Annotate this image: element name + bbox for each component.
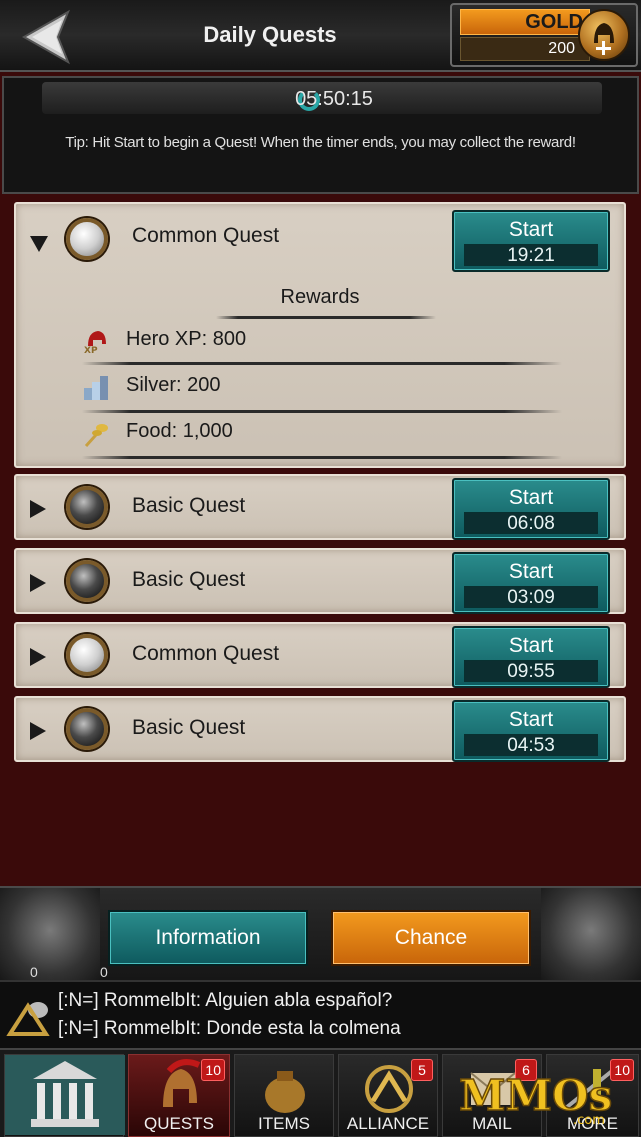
quest-list: Common Quest Start 19:21 Rewards XP Hero…: [0, 196, 641, 886]
svg-text:XP: XP: [84, 346, 98, 354]
start-label: Start: [508, 486, 554, 509]
divider: [82, 362, 562, 365]
message-count: 0: [100, 964, 108, 980]
reward-food: Food: 1,000: [126, 420, 233, 442]
quest-card[interactable]: Basic Quest Start 06:08: [14, 474, 626, 540]
reset-timer: 05:50:15: [295, 88, 373, 110]
expand-arrow-icon[interactable]: [30, 648, 46, 666]
chat-bubble-icon: [6, 1002, 50, 1036]
rewards-title: Rewards: [280, 286, 360, 308]
quest-card[interactable]: Basic Quest Start 04:53: [14, 696, 626, 762]
quest-duration: 06:08: [464, 512, 598, 534]
quest-name: Basic Quest: [132, 494, 246, 517]
chat-bar[interactable]: [:N=] RommelbIt: Alguien abla español? […: [0, 980, 641, 1048]
reward-silver: Silver: 200: [126, 374, 221, 396]
basic-quest-orb-icon: [66, 486, 108, 528]
gold-label: GOLD: [460, 9, 590, 35]
nav-quests-label: QUESTS: [144, 1114, 214, 1133]
nav-alliance-label: ALLIANCE: [346, 1114, 430, 1133]
nav-items-label: ITEMS: [258, 1114, 310, 1133]
food-wheat-icon: [84, 424, 108, 448]
quest-name: Basic Quest: [132, 716, 246, 739]
start-button[interactable]: Start 06:08: [452, 478, 610, 540]
tip-text: Tip: Hit Start to begin a Quest! When th…: [65, 134, 576, 151]
common-quest-orb-icon: [66, 218, 108, 260]
nav-quests[interactable]: 10 QUESTS: [128, 1054, 230, 1137]
start-button[interactable]: Start 03:09: [452, 552, 610, 614]
nav-home[interactable]: [4, 1054, 125, 1137]
start-button[interactable]: Start 09:55: [452, 626, 610, 688]
back-button[interactable]: [18, 8, 78, 66]
start-label: Start: [508, 560, 554, 583]
start-label: Start: [508, 634, 554, 657]
quest-duration: 03:09: [464, 586, 598, 608]
expand-arrow-icon[interactable]: [30, 574, 46, 592]
nav-items[interactable]: ITEMS: [234, 1054, 334, 1137]
start-button[interactable]: Start 04:53: [452, 700, 610, 762]
lion-statue-icon: [0, 888, 100, 982]
top-header: Daily Quests GOLD 200: [0, 0, 641, 72]
chance-button[interactable]: Chance: [331, 910, 531, 966]
start-button[interactable]: Start 19:21: [452, 210, 610, 272]
divider: [82, 456, 562, 459]
silver-coins-icon: [84, 376, 108, 400]
quest-card[interactable]: Common Quest Start 09:55: [14, 622, 626, 688]
basic-quest-orb-icon: [66, 560, 108, 602]
alliance-badge: 5: [411, 1059, 433, 1081]
gold-balance[interactable]: GOLD 200: [450, 3, 638, 67]
gold-coin-icon: [578, 9, 630, 61]
bag-icon: [265, 1071, 305, 1113]
basic-quest-orb-icon: [66, 708, 108, 750]
mmos-watermark-logo: MMOs .com: [458, 1070, 613, 1128]
quest-card[interactable]: Basic Quest Start 03:09: [14, 548, 626, 614]
bottom-nav: 10 QUESTS ITEMS 5 ALLIANCE 6 MAIL 10 MOR…: [0, 1048, 641, 1137]
expand-arrow-icon[interactable]: [30, 500, 46, 518]
lion-statue-icon: [541, 888, 641, 982]
common-quest-orb-icon: [66, 634, 108, 676]
chat-message: [:N=] RommelbIt: Donde esta la colmena: [58, 1018, 401, 1039]
collapse-arrow-icon[interactable]: [30, 236, 48, 252]
divider: [82, 410, 562, 413]
quest-duration: 09:55: [464, 660, 598, 682]
action-bar: Information Chance 0 0: [0, 886, 641, 982]
quest-duration: 19:21: [464, 244, 598, 266]
information-button[interactable]: Information: [108, 910, 308, 966]
gold-value: 200: [460, 37, 590, 61]
quests-badge: 10: [201, 1059, 225, 1081]
start-label: Start: [508, 218, 554, 241]
back-arrow-icon: [21, 9, 70, 65]
reward-hero-xp: Hero XP: 800: [126, 328, 247, 350]
nav-alliance[interactable]: 5 ALLIANCE: [338, 1054, 438, 1137]
quest-name: Basic Quest: [132, 568, 246, 591]
home-building-icon: [5, 1055, 125, 1135]
divider: [216, 316, 436, 319]
page-title: Daily Quests: [203, 22, 337, 47]
hero-helmet-icon: XP: [84, 331, 106, 354]
expand-arrow-icon[interactable]: [30, 722, 46, 740]
player-count: 0: [30, 964, 38, 980]
quest-name: Common Quest: [132, 224, 280, 247]
chat-message: [:N=] RommelbIt: Alguien abla español?: [58, 990, 393, 1011]
quest-timer-panel: 05:50:15 Tip: Hit Start to begin a Quest…: [2, 76, 639, 194]
quest-name: Common Quest: [132, 642, 280, 665]
start-label: Start: [508, 708, 554, 731]
quest-card[interactable]: Common Quest Start 19:21 Rewards XP Hero…: [14, 202, 626, 468]
timer-bar: 05:50:15: [42, 82, 602, 114]
quest-duration: 04:53: [464, 734, 598, 756]
svg-text:.com: .com: [573, 1113, 605, 1128]
